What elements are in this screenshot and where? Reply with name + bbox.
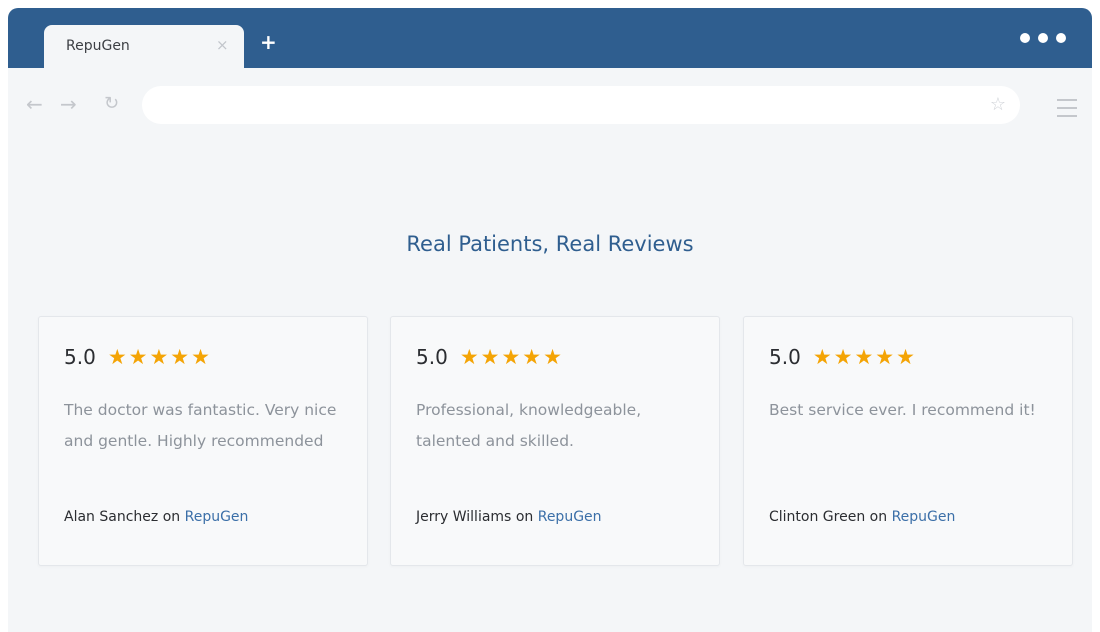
review-author: Jerry Williams (416, 509, 512, 525)
star-rating-icon: ★★★★★ (459, 345, 564, 369)
forward-arrow-icon[interactable]: → (60, 92, 77, 116)
bookmark-star-icon[interactable]: ☆ (990, 94, 1006, 115)
new-tab-icon[interactable]: + (260, 30, 277, 54)
review-text: The doctor was fantastic. Very nice and … (64, 401, 337, 450)
rating-row: 5.0 ★★★★★ (416, 345, 564, 369)
hamburger-menu-icon[interactable] (1057, 99, 1077, 123)
dot (1038, 33, 1048, 43)
address-bar[interactable]: ☆ (142, 86, 1020, 124)
rating-row: 5.0 ★★★★★ (64, 345, 212, 369)
review-connector: on (869, 509, 888, 525)
review-source-link[interactable]: RepuGen (892, 509, 956, 525)
review-source-link[interactable]: RepuGen (538, 509, 602, 525)
close-tab-icon[interactable]: × (216, 36, 229, 54)
rating-value: 5.0 (64, 345, 96, 369)
review-card: 5.0 ★★★★★ Best service ever. I recommend… (743, 316, 1073, 566)
tab-title: RepuGen (66, 38, 130, 54)
page-content: Real Patients, Real Reviews 5.0 ★★★★★ Th… (8, 140, 1092, 632)
page-heading: Real Patients, Real Reviews (406, 232, 694, 256)
reload-icon[interactable]: ↻ (104, 93, 119, 114)
rating-row: 5.0 ★★★★★ (769, 345, 917, 369)
star-rating-icon: ★★★★★ (107, 345, 212, 369)
review-text: Professional, knowledgeable, talented an… (416, 401, 642, 450)
review-author-line: Clinton Green on RepuGen (769, 509, 955, 525)
rating-value: 5.0 (769, 345, 801, 369)
review-author: Alan Sanchez (64, 509, 159, 525)
back-arrow-icon[interactable]: ← (26, 92, 43, 116)
review-author-line: Alan Sanchez on RepuGen (64, 509, 248, 525)
review-source-link[interactable]: RepuGen (185, 509, 249, 525)
rating-value: 5.0 (416, 345, 448, 369)
dot (1020, 33, 1030, 43)
dot (1056, 33, 1066, 43)
more-options-icon[interactable] (1020, 33, 1066, 43)
review-author-line: Jerry Williams on RepuGen (416, 509, 602, 525)
review-connector: on (162, 509, 181, 525)
star-rating-icon: ★★★★★ (812, 345, 917, 369)
review-card: 5.0 ★★★★★ Professional, knowledgeable, t… (390, 316, 720, 566)
review-connector: on (515, 509, 534, 525)
browser-window: RepuGen × + ← → ↻ ☆ Real Patients, Real … (8, 8, 1092, 632)
browser-tab[interactable]: RepuGen × (44, 25, 244, 68)
review-card: 5.0 ★★★★★ The doctor was fantastic. Very… (38, 316, 368, 566)
browser-toolbar: ← → ↻ ☆ (8, 68, 1092, 141)
tab-bar: RepuGen × + (8, 8, 1092, 68)
review-text: Best service ever. I recommend it! (769, 401, 1036, 419)
review-author: Clinton Green (769, 509, 866, 525)
